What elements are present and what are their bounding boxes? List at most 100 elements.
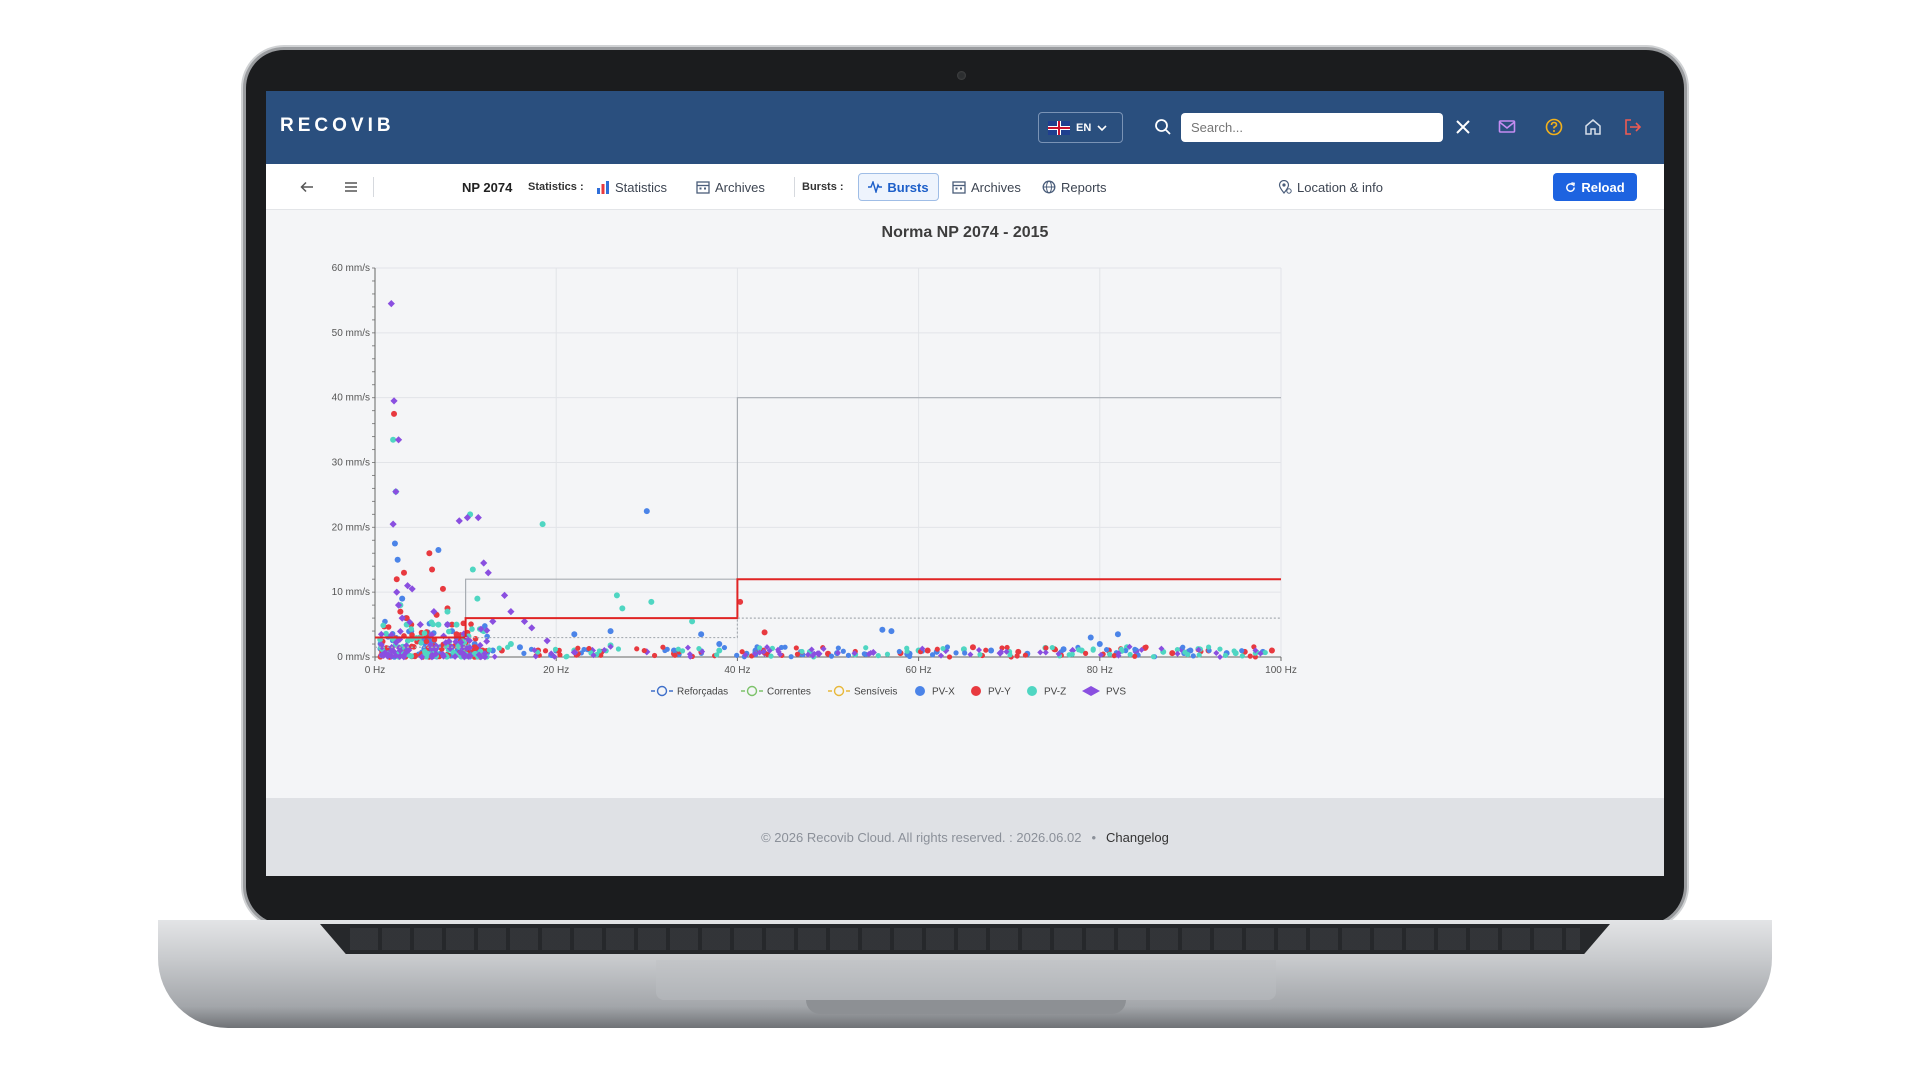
search-icon[interactable] xyxy=(1152,116,1174,138)
pv-y-point xyxy=(429,566,436,573)
pv-z-point xyxy=(539,521,546,528)
toolbar-divider xyxy=(373,177,374,197)
pv-z-point xyxy=(1127,651,1133,658)
laptop-lid: RECOVIB EN Search... NP 2074 Statistics … xyxy=(246,50,1684,924)
pv-y-point xyxy=(557,652,563,658)
reports-link[interactable]: Reports xyxy=(1042,164,1107,210)
pv-x-point xyxy=(516,644,523,651)
pv-z-point xyxy=(615,646,622,652)
pv-x-point xyxy=(521,650,527,656)
statistics-archives-link[interactable]: Archives xyxy=(696,164,765,210)
pv-x-point xyxy=(1103,647,1110,653)
pv-y-point xyxy=(641,647,647,654)
pv-y-point xyxy=(660,644,666,650)
reports-link-label: Reports xyxy=(1061,179,1107,195)
pv-y-point xyxy=(439,585,446,592)
back-arrow-icon[interactable] xyxy=(300,164,314,210)
reload-button[interactable]: Reload xyxy=(1553,173,1637,201)
pv-z-point xyxy=(613,592,620,599)
pv-y-point xyxy=(397,608,404,615)
statistics-link-label: Statistics xyxy=(615,179,668,195)
pv-z-point xyxy=(469,566,476,573)
statistics-link[interactable]: Statistics xyxy=(596,164,667,210)
menu-icon[interactable] xyxy=(344,164,358,210)
pv-x-point xyxy=(896,648,902,655)
logout-icon[interactable] xyxy=(1622,116,1644,138)
pv-x-point xyxy=(888,628,895,635)
x-tick-label: 20 Hz xyxy=(543,665,569,676)
pv-x-point xyxy=(716,641,723,648)
pv-z-point xyxy=(904,648,910,654)
pv-z-point xyxy=(884,651,891,657)
pv-x-point xyxy=(944,644,951,650)
pv-y-point xyxy=(969,644,976,651)
pv-y-point xyxy=(634,646,640,652)
pv-z-point xyxy=(863,645,869,651)
home-icon[interactable] xyxy=(1582,116,1604,138)
bursts-tab-active[interactable]: Bursts xyxy=(858,173,939,201)
bursts-archives-link[interactable]: Archives xyxy=(952,164,1021,210)
pv-y-point xyxy=(391,410,398,417)
y-tick-label: 0 mm/s xyxy=(337,652,370,663)
y-tick-label: 30 mm/s xyxy=(332,458,370,469)
webcam xyxy=(957,71,966,80)
pv-x-point xyxy=(879,626,886,633)
y-tick-label: 10 mm/s xyxy=(332,587,370,598)
pv-x-point xyxy=(840,648,846,654)
legend-marker xyxy=(746,685,758,697)
pv-z-point xyxy=(940,645,946,652)
pv-y-point xyxy=(1268,647,1275,654)
pv-z-point xyxy=(552,646,559,652)
pv-z-point xyxy=(1222,652,1229,659)
pv-x-point xyxy=(1114,631,1121,638)
mail-icon[interactable] xyxy=(1496,116,1518,138)
uk-flag-icon xyxy=(1048,120,1070,135)
x-tick-label: 100 Hz xyxy=(1265,665,1297,676)
pv-z-point xyxy=(1150,654,1157,660)
pv-y-point xyxy=(1082,650,1089,656)
burst-scatter-chart[interactable]: 0 Hz 20 Hz 40 Hz 60 Hz 80 Hz 100 Hz 0 mm/s 10 m… xyxy=(266,210,1664,798)
changelog-link[interactable]: Changelog xyxy=(1106,830,1169,845)
pv-x-point xyxy=(391,540,398,547)
pv-x-point xyxy=(1087,634,1094,641)
legend-label: PVS xyxy=(1106,687,1126,698)
pv-z-point xyxy=(564,653,570,659)
footer-separator: • xyxy=(1091,829,1096,845)
location-info-link[interactable]: Location & info xyxy=(1278,164,1383,210)
reload-label: Reload xyxy=(1581,179,1625,195)
sub-toolbar: NP 2074 Statistics : Statistics Archives… xyxy=(266,164,1664,210)
pv-y-point xyxy=(1004,644,1010,651)
pv-x-point xyxy=(571,631,578,638)
search-input[interactable] xyxy=(1181,113,1443,142)
pv-z-point xyxy=(1090,646,1096,652)
pv-y-point xyxy=(672,652,678,658)
x-tick-label: 60 Hz xyxy=(906,665,932,676)
pv-z-point xyxy=(1196,652,1202,658)
pv-x-point xyxy=(953,650,959,656)
statistics-label: Statistics : xyxy=(528,181,584,193)
chevron-down-icon xyxy=(1097,124,1107,131)
laptop-palmrest xyxy=(656,960,1276,1000)
pv-x-point xyxy=(721,644,728,651)
language-selector[interactable]: EN xyxy=(1038,112,1123,143)
pv-y-point xyxy=(651,652,658,659)
statistics-archives-label: Archives xyxy=(715,179,765,195)
calendar-icon xyxy=(696,181,710,194)
pv-y-point xyxy=(793,645,799,651)
bar-chart-icon xyxy=(597,180,609,194)
pv-y-point xyxy=(586,645,592,652)
x-tick-label: 0 Hz xyxy=(365,665,386,676)
pv-z-point xyxy=(1217,646,1223,652)
brand-logo[interactable]: RECOVIB xyxy=(280,115,395,137)
pv-z-point xyxy=(408,626,415,632)
close-icon[interactable] xyxy=(1452,116,1474,138)
pv-y-point xyxy=(472,635,479,642)
pv-x-point xyxy=(698,631,705,638)
pv-x-point xyxy=(394,556,401,563)
help-icon[interactable] xyxy=(1543,116,1565,138)
y-tick-label: 40 mm/s xyxy=(332,393,370,404)
legend-label: PV-Z xyxy=(1044,687,1066,698)
pv-y-point xyxy=(1143,644,1149,650)
pv-x-point xyxy=(435,547,442,554)
pv-z-point xyxy=(418,640,424,646)
